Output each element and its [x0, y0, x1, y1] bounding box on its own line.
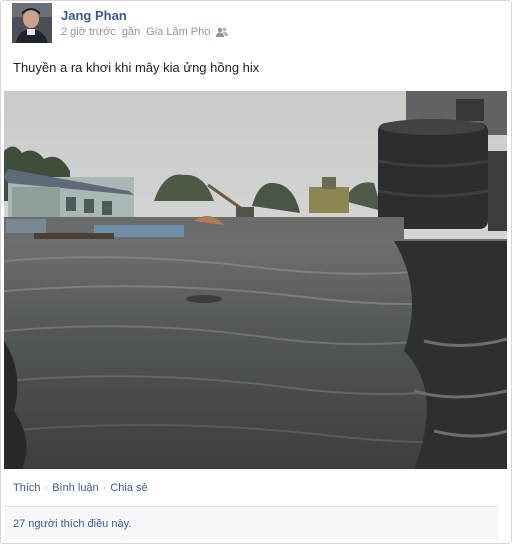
share-link[interactable]: Chia sẻ [110, 482, 147, 494]
post-location[interactable]: Gia Lâm Pho [146, 26, 210, 38]
author-name[interactable]: Jang Phan [61, 8, 127, 23]
avatar[interactable] [12, 3, 52, 43]
post-actions: Thích · Bình luận · Chia sẻ [13, 482, 148, 494]
separator: · [102, 482, 107, 494]
separator: · [44, 482, 49, 494]
likes-section: 27 người thích điều này. [4, 506, 498, 541]
likes-summary[interactable]: 27 người thích điều này. [13, 518, 131, 530]
like-link[interactable]: Thích [13, 482, 41, 494]
post-time[interactable]: 2 giờ trước [61, 26, 116, 38]
post-message: Thuyền a ra khơi khi mây kia ửng hồng hi… [13, 60, 260, 75]
comment-link[interactable]: Bình luận [52, 482, 98, 494]
post-card: Jang Phan 2 giờ trước gần Gia Lâm Pho Th… [0, 0, 512, 544]
avatar-image [12, 3, 52, 43]
friends-icon[interactable] [216, 27, 229, 37]
post-meta: 2 giờ trước gần Gia Lâm Pho [61, 26, 229, 38]
location-prefix: gần [121, 26, 141, 38]
post-photo[interactable] [4, 91, 507, 469]
flooded-street-photo [4, 91, 507, 469]
